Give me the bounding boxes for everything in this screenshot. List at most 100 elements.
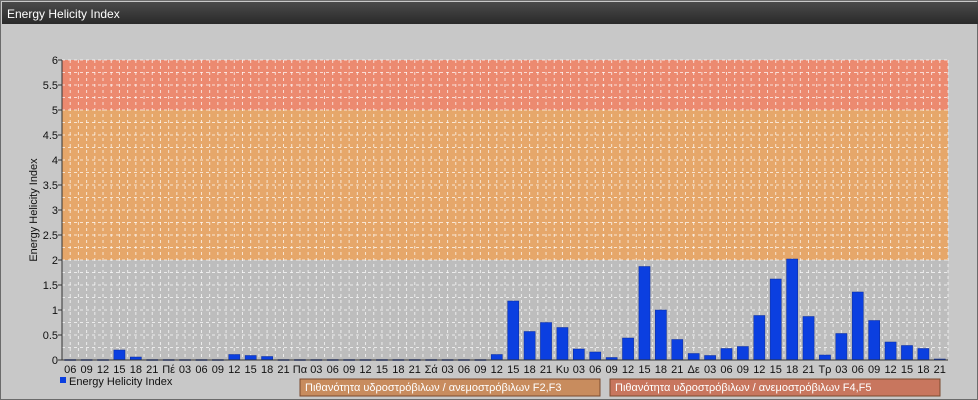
- bar: [835, 333, 848, 361]
- legend-swatch: [60, 377, 66, 383]
- bar: [851, 291, 864, 361]
- x-tick-label: 09: [80, 364, 92, 376]
- zone-label-text: Πιθανότητα υδροστρόβιλων / ανεμοστρόβιλω…: [305, 382, 562, 394]
- bar: [819, 354, 831, 361]
- x-tick-label: 03: [310, 364, 322, 376]
- x-tick-label: 09: [606, 364, 618, 376]
- bar: [753, 315, 766, 361]
- y-tick-label: 5.5: [43, 80, 58, 92]
- y-axis-label: Energy Helicity Index: [28, 158, 40, 262]
- y-tick-label: 0.5: [43, 330, 58, 342]
- y-tick-label: 4.5: [43, 130, 58, 142]
- x-tick-label: 15: [507, 364, 519, 376]
- bar: [901, 345, 913, 361]
- x-tick-label: 06: [458, 364, 470, 376]
- bar: [556, 327, 569, 361]
- bar: [655, 309, 667, 361]
- x-tick-label: 12: [228, 364, 240, 376]
- legend-label: Energy Helicity Index: [69, 376, 173, 388]
- x-tick-label: 09: [868, 364, 880, 376]
- x-tick-label: 18: [786, 364, 798, 376]
- x-tick-label: 15: [901, 364, 913, 376]
- bar: [868, 320, 880, 361]
- bar: [261, 356, 273, 361]
- bar: [769, 278, 782, 361]
- x-tick-label: 06: [852, 364, 864, 376]
- x-tick-label: 21: [409, 364, 421, 376]
- x-tick-label: 21: [540, 364, 552, 376]
- x-tick-label: Πέ: [162, 364, 175, 376]
- bar: [113, 349, 126, 361]
- x-tick-label: 21: [277, 364, 289, 376]
- x-tick-label: Σά: [425, 364, 439, 376]
- x-tick-label: 12: [884, 364, 896, 376]
- x-tick-label: 12: [359, 364, 371, 376]
- x-tick-label: 18: [130, 364, 142, 376]
- x-tick-label: 06: [720, 364, 732, 376]
- bar: [786, 258, 798, 361]
- bar: [704, 355, 716, 361]
- x-tick-label: Κυ: [556, 364, 569, 376]
- x-tick-label: 09: [212, 364, 224, 376]
- y-tick-label: 2: [52, 255, 58, 267]
- x-tick-label: Τρ: [818, 364, 831, 376]
- y-tick-label: 5: [52, 105, 58, 117]
- bar: [573, 348, 585, 361]
- x-tick-label: 18: [523, 364, 535, 376]
- x-tick-label: 09: [474, 364, 486, 376]
- bar: [917, 348, 930, 361]
- x-tick-label: 18: [392, 364, 404, 376]
- x-tick-label: 03: [573, 364, 585, 376]
- x-tick-label: Δε: [688, 364, 700, 376]
- x-tick-label: 12: [491, 364, 503, 376]
- bar: [228, 354, 241, 361]
- bar: [540, 322, 552, 361]
- bar: [802, 316, 815, 361]
- x-tick-label: Πα: [293, 364, 308, 376]
- x-tick-label: 21: [934, 364, 946, 376]
- y-tick-label: 4: [52, 155, 58, 167]
- bar: [622, 337, 634, 361]
- x-tick-label: 21: [146, 364, 158, 376]
- y-tick-label: 2.5: [43, 230, 58, 242]
- x-tick-label: 03: [441, 364, 453, 376]
- bar: [884, 341, 897, 361]
- x-tick-label: 03: [704, 364, 716, 376]
- y-tick-label: 1: [52, 305, 58, 317]
- bar: [244, 355, 257, 361]
- bar: [507, 300, 520, 361]
- x-tick-label: 21: [802, 364, 814, 376]
- x-tick-label: 09: [343, 364, 355, 376]
- x-tick-label: 03: [835, 364, 847, 376]
- bar: [671, 339, 684, 361]
- y-tick-label: 0: [52, 355, 58, 367]
- y-tick-label: 1.5: [43, 280, 58, 292]
- bar: [720, 348, 733, 361]
- x-tick-label: 15: [638, 364, 650, 376]
- x-tick-label: 18: [917, 364, 929, 376]
- x-tick-label: 15: [376, 364, 388, 376]
- x-tick-label: 18: [655, 364, 667, 376]
- bar: [523, 331, 536, 361]
- x-tick-label: 12: [753, 364, 765, 376]
- x-tick-label: 21: [671, 364, 683, 376]
- zone-label-text: Πιθανότητα υδροστρόβιλων / ανεμοστρόβιλω…: [615, 382, 872, 394]
- x-tick-label: 15: [245, 364, 257, 376]
- y-tick-label: 3: [52, 205, 58, 217]
- x-tick-label: 12: [97, 364, 109, 376]
- x-tick-label: 06: [589, 364, 601, 376]
- bar: [589, 351, 602, 361]
- bar: [638, 266, 651, 361]
- y-tick-label: 3.5: [43, 180, 58, 192]
- bar: [490, 354, 503, 361]
- x-tick-label: 06: [64, 364, 76, 376]
- chart-canvas: 0 0.5 1 1.5 2 2.5 3 3.5 4 4.5 5 5.5 6 06 09 12 15 18 21 Πέ 0…: [28, 55, 949, 397]
- x-tick-label: 03: [179, 364, 191, 376]
- x-tick-label: 09: [737, 364, 749, 376]
- x-tick-label: 06: [195, 364, 207, 376]
- x-tick-label: 15: [113, 364, 125, 376]
- y-tick-label: 6: [52, 55, 58, 67]
- x-tick-label: 12: [622, 364, 634, 376]
- bar: [737, 346, 749, 361]
- x-tick-label: 18: [261, 364, 273, 376]
